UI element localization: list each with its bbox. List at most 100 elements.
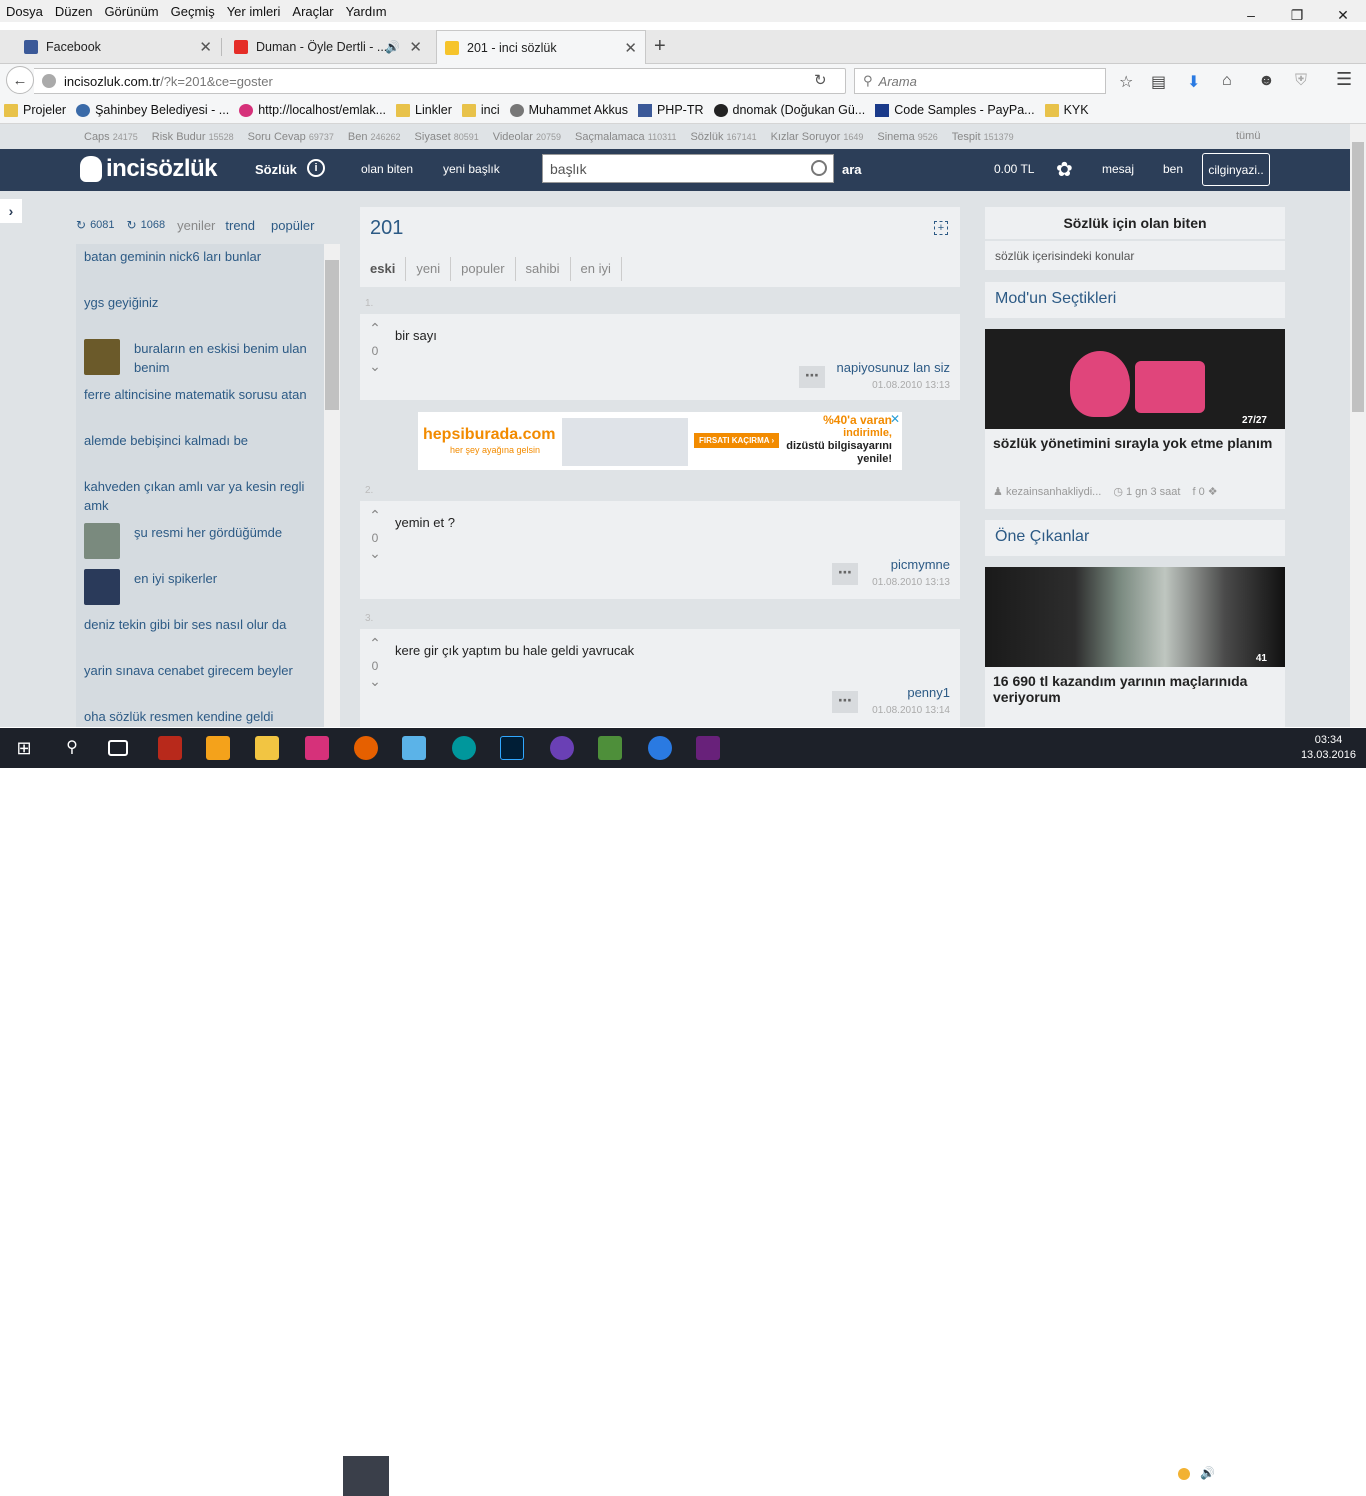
category-link[interactable]: Caps 24175 xyxy=(84,131,138,143)
nav-yeni-baslik[interactable]: yeni başlık xyxy=(443,162,500,176)
olan-biten-subtitle[interactable]: sözlük içerisindeki konular xyxy=(985,241,1285,270)
virtualbox-icon[interactable] xyxy=(402,736,426,760)
tab-youtube[interactable]: Duman - Öyle Dertli - ... 🔊 ✕ xyxy=(226,30,430,63)
downvote-icon[interactable]: ⌄ xyxy=(368,358,382,375)
bookmark-item[interactable]: Code Samples - PayPa... xyxy=(875,103,1035,117)
sort-tab-en-iyi[interactable]: en iyi xyxy=(571,257,622,281)
hamburger-menu-icon[interactable]: ☰ xyxy=(1336,69,1352,90)
close-tab-icon[interactable]: ✕ xyxy=(624,39,637,57)
visual-studio-icon[interactable] xyxy=(696,736,720,760)
entry-author[interactable]: picmymne xyxy=(891,557,950,572)
close-window-icon[interactable]: ✕ xyxy=(1320,0,1366,30)
site-logo[interactable]: incisözlük xyxy=(80,155,218,183)
bookmark-item[interactable]: Linkler xyxy=(396,103,452,117)
windows-start-icon[interactable]: ⊞ xyxy=(12,736,36,760)
more-options-icon[interactable]: ⋯ xyxy=(799,366,825,388)
home-icon[interactable]: ⌂ xyxy=(1222,72,1232,90)
downvote-icon[interactable]: ⌄ xyxy=(368,545,382,562)
olan-biten-title[interactable]: Sözlük için olan biten xyxy=(985,207,1285,239)
nav-olan-biten[interactable]: olan biten xyxy=(361,162,413,176)
menu-yardim[interactable]: Yardım xyxy=(340,4,393,19)
tab-trend[interactable]: trend xyxy=(225,218,255,233)
notepadpp-icon[interactable] xyxy=(598,736,622,760)
sort-tab-yeni[interactable]: yeni xyxy=(406,257,452,281)
sidebar-toggle-icon[interactable]: › xyxy=(0,199,22,223)
clock[interactable]: 03:34 13.03.2016 xyxy=(1301,733,1356,763)
upvote-icon[interactable]: ⌃ xyxy=(368,635,382,652)
bookmark-item[interactable]: Muhammet Akkus xyxy=(509,103,628,117)
arduino-icon[interactable] xyxy=(452,736,476,760)
count-today[interactable]: 1068 xyxy=(141,219,165,231)
download-icon[interactable]: ⬇ xyxy=(1187,72,1200,92)
category-link[interactable]: Sinema 9526 xyxy=(877,131,937,143)
topic-list-item[interactable]: yarin sınava cenabet girecem beyler xyxy=(76,658,324,704)
sort-tab-populer[interactable]: populer xyxy=(451,257,516,281)
shield-icon[interactable]: ⛨ xyxy=(1295,72,1307,90)
menu-gecmis[interactable]: Geçmiş xyxy=(165,4,221,19)
entry-date[interactable]: 01.08.2010 13:13 xyxy=(872,380,950,391)
topic-list-scrollbar[interactable] xyxy=(324,244,340,727)
firefox-icon[interactable] xyxy=(354,736,378,760)
mod-picks-title[interactable]: Mod'un Seçtikleri xyxy=(995,290,1116,307)
twitter-icon[interactable]: ❖ xyxy=(1208,486,1218,498)
featured-caption[interactable]: 16 690 tl kazandım yarının maçlarınıda v… xyxy=(993,673,1277,705)
wifi-icon[interactable]: ≈ xyxy=(1250,1466,1257,1480)
entry-date[interactable]: 01.08.2010 13:14 xyxy=(872,705,950,716)
more-options-icon[interactable]: ⋯ xyxy=(832,563,858,585)
more-options-icon[interactable]: ⋯ xyxy=(832,691,858,713)
tab-populer[interactable]: popüler xyxy=(271,218,314,233)
facebook-icon[interactable]: f xyxy=(1192,486,1195,498)
close-tab-icon[interactable]: ✕ xyxy=(199,38,212,56)
chat-icon[interactable]: ☻ xyxy=(1258,72,1275,90)
speaker-icon[interactable]: 🔊 xyxy=(385,40,400,54)
battery-icon[interactable] xyxy=(1226,1469,1240,1478)
search-icon[interactable]: ⚲ xyxy=(60,736,84,760)
categories-all-link[interactable]: tümü xyxy=(1236,130,1260,142)
refresh-icon[interactable]: ↻ xyxy=(127,218,137,232)
reading-list-icon[interactable]: ▤ xyxy=(1151,72,1166,92)
menu-dosya[interactable]: Dosya xyxy=(0,4,49,19)
reload-icon[interactable]: ↻ xyxy=(814,71,827,89)
mod-pick-image[interactable]: 27/27 xyxy=(985,329,1285,429)
bookmark-item[interactable]: KYK xyxy=(1044,103,1089,117)
category-link[interactable]: Kızlar Soruyor 1649 xyxy=(771,131,864,143)
balance[interactable]: 0.00 TL xyxy=(994,162,1034,176)
page-scrollbar[interactable] xyxy=(1350,124,1366,727)
category-link[interactable]: Ben 246262 xyxy=(348,131,401,143)
topic-list-item[interactable]: oha sözlük resmen kendine geldi xyxy=(76,704,324,727)
upvote-icon[interactable]: ⌃ xyxy=(368,507,382,524)
back-button[interactable]: ← xyxy=(6,66,34,94)
ad-close-icon[interactable]: ✕ xyxy=(890,412,900,426)
menu-gorunum[interactable]: Görünüm xyxy=(98,4,164,19)
topic-list-item[interactable]: batan geminin nick6 ları bunlar xyxy=(76,244,324,290)
topic-list-item[interactable]: kahveden çıkan amlı var ya kesin regli a… xyxy=(76,474,324,520)
user-button[interactable]: cilginyazi.. xyxy=(1202,153,1270,186)
tab-incisozluk[interactable]: 201 - inci sözlük ✕ xyxy=(436,30,646,64)
topic-list-item[interactable]: buraların en eskisi benim ulan benim xyxy=(76,336,324,382)
file-explorer-icon[interactable] xyxy=(255,736,279,760)
filezilla-icon[interactable] xyxy=(158,736,182,760)
category-link[interactable]: Saçmalamaca 110311 xyxy=(575,131,676,143)
url-bar[interactable]: incisozluk.com.tr/?k=201&ce=goster xyxy=(34,68,846,94)
keyboard-icon[interactable]: ⌨ xyxy=(1272,1466,1289,1480)
nav-mesaj[interactable]: mesaj xyxy=(1102,162,1134,176)
weather-icon[interactable] xyxy=(1178,1468,1190,1480)
featured-title[interactable]: Öne Çıkanlar xyxy=(995,528,1089,545)
featured-image[interactable]: 41 xyxy=(985,567,1285,667)
tab-facebook[interactable]: Facebook ✕ xyxy=(16,30,220,63)
sort-tab-sahibi[interactable]: sahibi xyxy=(516,257,571,281)
bookmark-item[interactable]: inci xyxy=(461,103,500,117)
bookmark-item[interactable]: http://localhost/emlak... xyxy=(239,103,386,117)
downvote-icon[interactable]: ⌄ xyxy=(368,673,382,690)
tray-chevron-icon[interactable]: ⌃ xyxy=(1152,1466,1162,1480)
entry-author[interactable]: napiyosunuz lan siz xyxy=(837,360,950,375)
bookmark-item[interactable]: Projeler xyxy=(4,103,66,117)
cortana-app-icon[interactable] xyxy=(648,736,672,760)
entry-author[interactable]: penny1 xyxy=(907,685,950,700)
browser-search-input[interactable]: ⚲ Arama xyxy=(854,68,1106,94)
bookmark-star-icon[interactable]: ☆ xyxy=(1119,72,1133,92)
bookmark-item[interactable]: Şahinbey Belediyesi - ... xyxy=(76,103,229,117)
count-new[interactable]: 6081 xyxy=(90,219,114,231)
mod-pick-author[interactable]: kezainsanhakliydi... xyxy=(1006,486,1101,498)
topic-list-item[interactable]: ygs geyiğiniz xyxy=(76,290,324,336)
